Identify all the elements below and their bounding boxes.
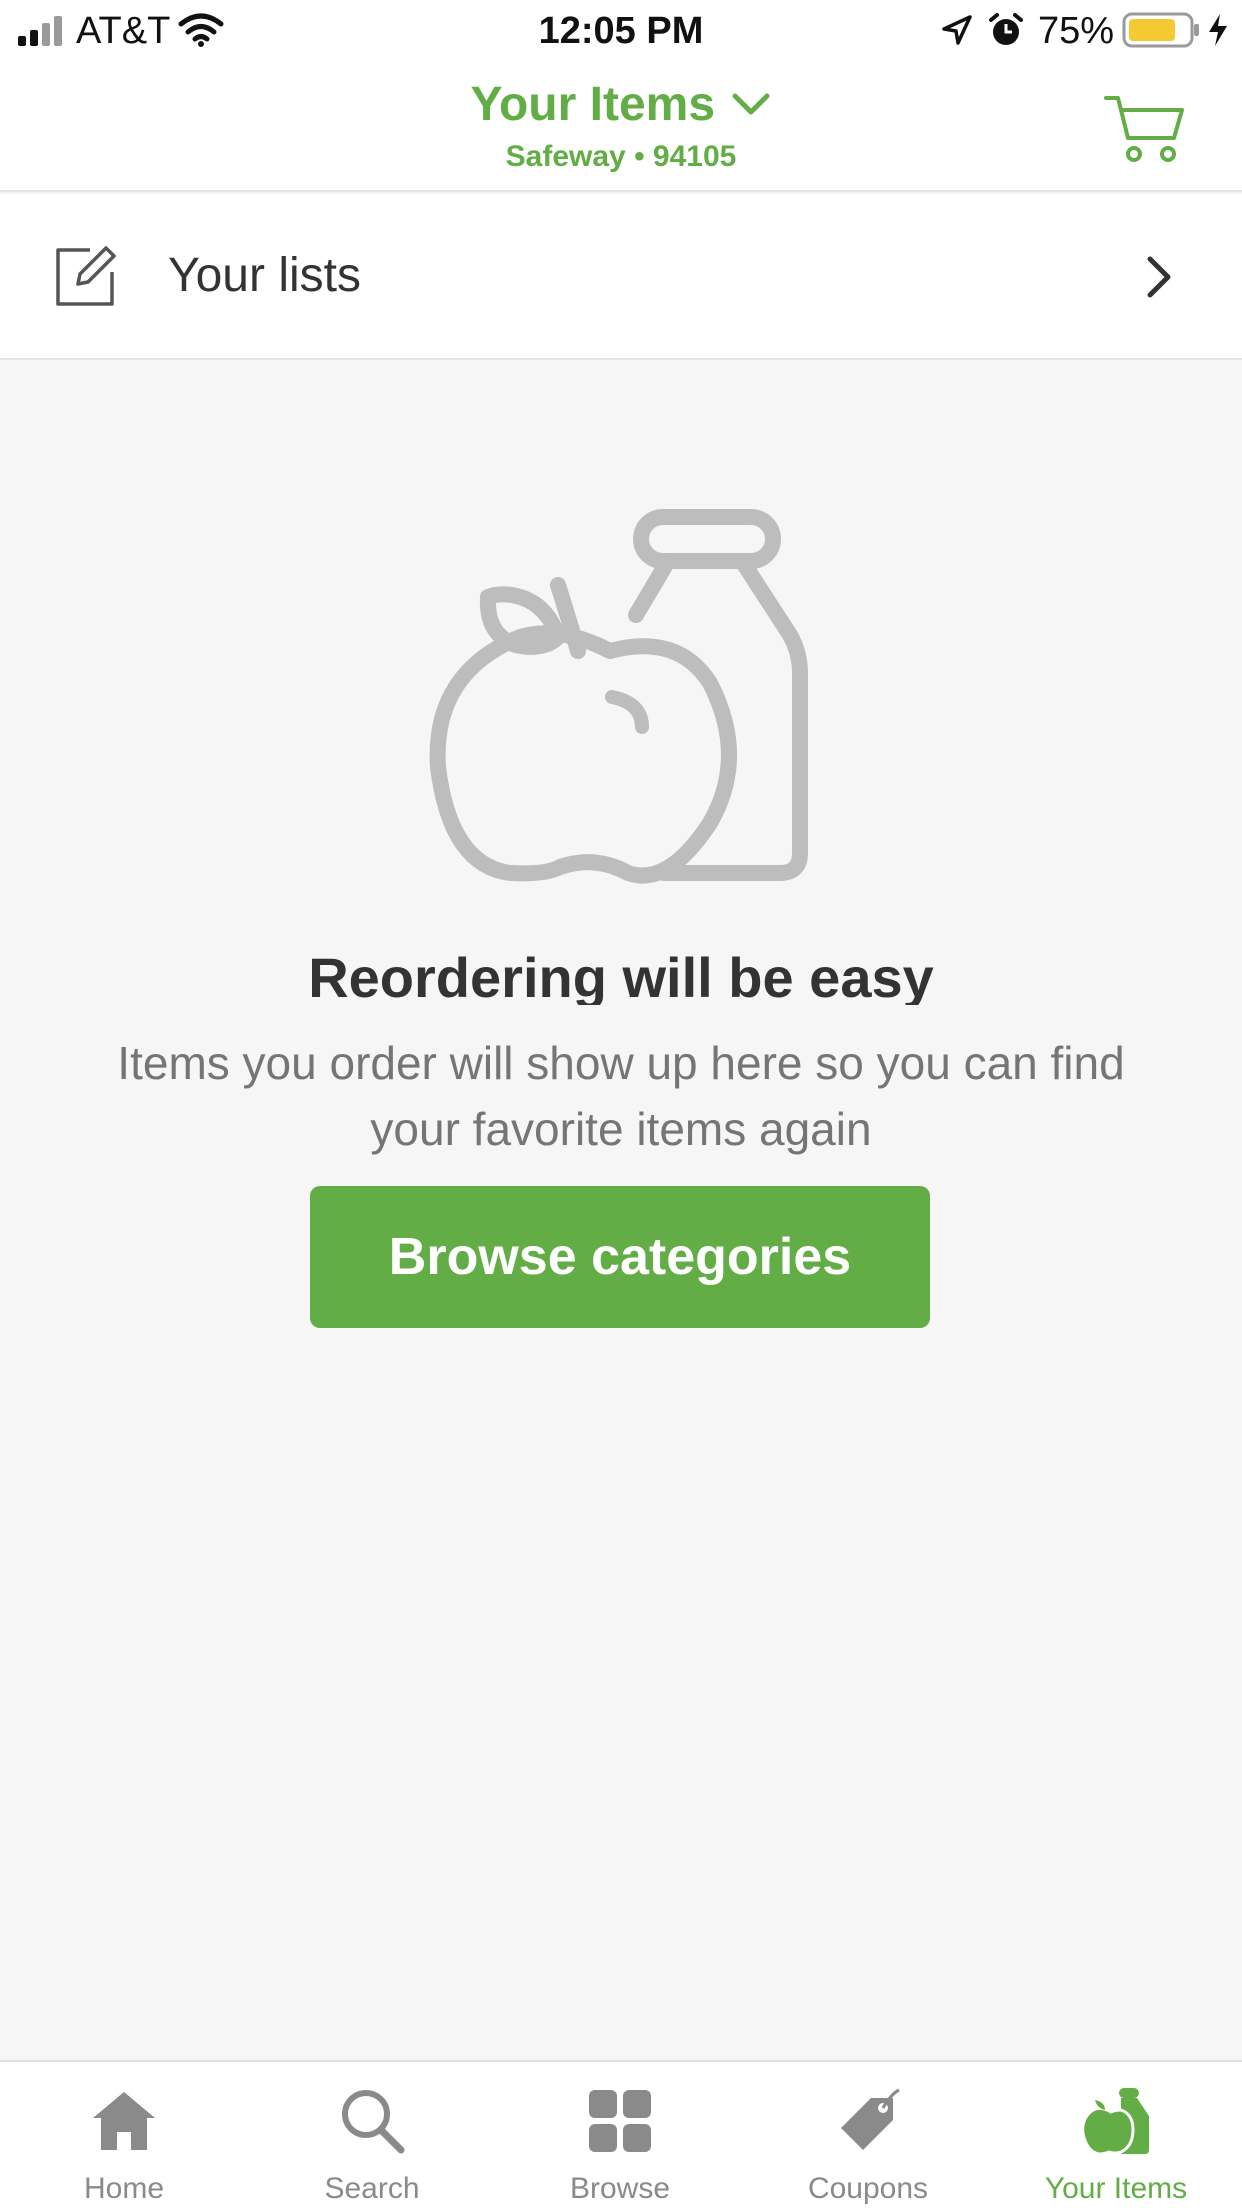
cart-icon[interactable] (1104, 92, 1186, 164)
page-title: Your Items (470, 78, 716, 131)
empty-state-description: Items you order will show up here so you… (117, 1037, 1125, 1155)
your-lists-row[interactable]: Your lists (0, 194, 1242, 360)
tab-browse[interactable]: Browse (496, 2062, 744, 2208)
tab-label: Home (83, 2172, 165, 2205)
tab-bar: Home Search Browse Coupons Your Items (0, 2060, 1242, 2208)
store-location[interactable]: Safeway • 94105 (0, 140, 1242, 174)
battery-icon (1122, 12, 1199, 48)
charging-icon (1209, 14, 1227, 46)
edit-icon (56, 246, 116, 306)
tab-label: Browse (569, 2172, 671, 2205)
tab-home[interactable]: Home (0, 2062, 248, 2208)
search-icon (342, 2090, 405, 2154)
your-lists-label: Your lists (168, 249, 361, 302)
tab-label: Your Items (1044, 2172, 1188, 2205)
status-bar: AT&T 12:05 PM 75% (0, 0, 1242, 62)
tab-label: Coupons (807, 2172, 929, 2205)
empty-state-title: Reordering will be easy (308, 946, 934, 1005)
store-selector[interactable]: Your Items (0, 77, 1242, 132)
location-icon (942, 15, 972, 45)
home-icon (93, 2092, 155, 2150)
battery-percent: 75% (1038, 10, 1115, 52)
apple-bottle-icon (1081, 2088, 1149, 2156)
alarm-icon (989, 13, 1023, 45)
tab-your-items[interactable]: Your Items (992, 2062, 1240, 2208)
tab-search[interactable]: Search (248, 2062, 496, 2208)
chevron-right-icon (1147, 256, 1171, 298)
tab-label: Search (324, 2172, 420, 2205)
header: Your Items Safeway • 94105 (0, 62, 1242, 192)
tab-coupons[interactable]: Coupons (744, 2062, 992, 2208)
apple-bottle-icon (429, 509, 808, 884)
tag-icon (841, 2088, 900, 2150)
browse-categories-button[interactable]: Browse categories (310, 1186, 930, 1328)
grid-icon (589, 2090, 651, 2152)
chevron-down-icon (732, 93, 770, 114)
